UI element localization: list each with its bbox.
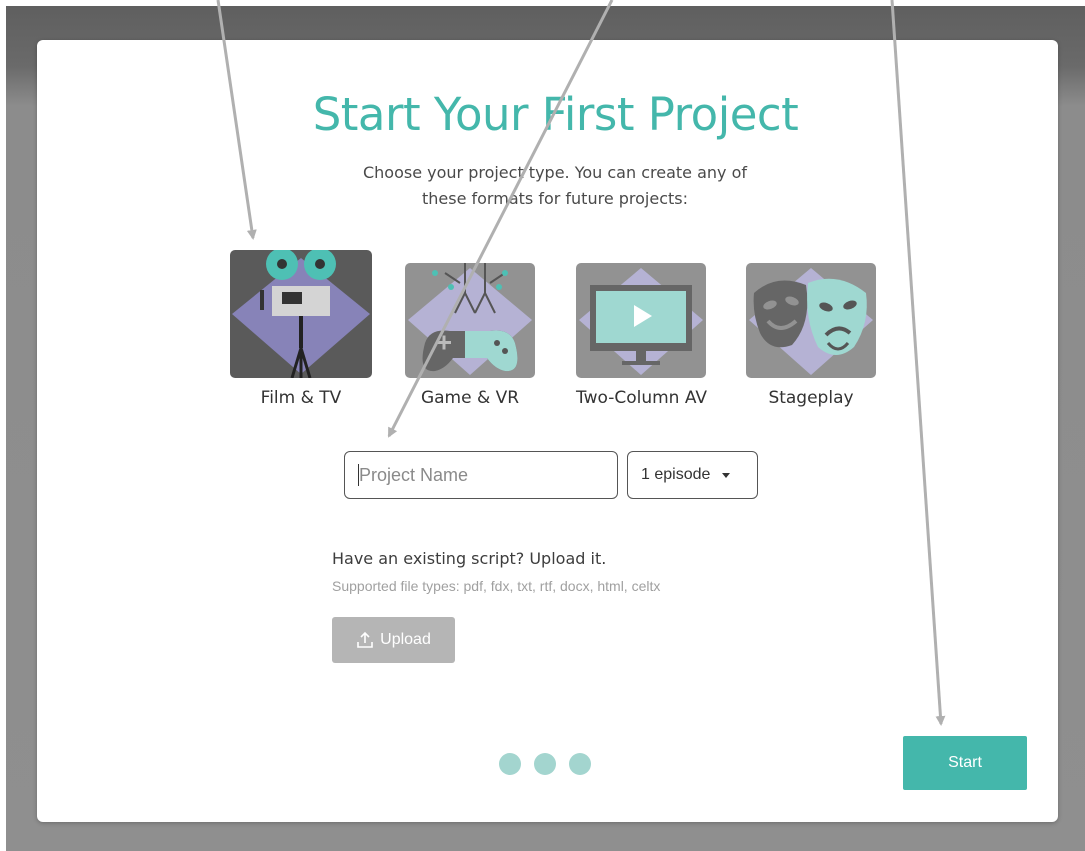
project-type-label: Film & TV xyxy=(260,388,342,408)
step-dot xyxy=(499,753,521,775)
text-caret xyxy=(358,464,359,486)
subtitle-line-1: Choose your project type. You can create… xyxy=(362,163,748,182)
caret-down-icon xyxy=(722,472,731,478)
new-project-modal xyxy=(37,40,1058,822)
modal-subtitle: Choose your project type. You can create… xyxy=(330,160,780,212)
episode-count-select[interactable]: 1 episode xyxy=(627,451,758,499)
project-type-label: Stageplay xyxy=(768,388,854,408)
upload-heading: Have an existing script? Upload it. xyxy=(332,549,607,568)
monitor-play-icon xyxy=(576,263,706,378)
project-type-film-tv[interactable]: Film & TV xyxy=(230,250,372,408)
upload-icon xyxy=(357,631,373,648)
theater-masks-icon xyxy=(746,263,876,378)
project-type-stageplay[interactable]: Stageplay xyxy=(746,263,876,408)
project-type-game-vr[interactable]: Game & VR xyxy=(405,263,535,408)
project-type-label: Two-Column AV xyxy=(576,388,708,408)
project-type-label: Game & VR xyxy=(420,388,520,408)
modal-title: Start Your First Project xyxy=(312,88,799,141)
film-camera-icon xyxy=(230,250,372,378)
subtitle-line-2: these formats for future projects: xyxy=(421,189,688,208)
game-controller-icon xyxy=(405,263,535,378)
start-button[interactable]: Start xyxy=(903,736,1027,790)
start-button-label: Start xyxy=(948,754,982,771)
step-dot xyxy=(534,753,556,775)
step-indicator xyxy=(499,753,591,775)
upload-button-label: Upload xyxy=(380,631,431,648)
project-name-input[interactable] xyxy=(344,451,618,499)
episode-count-value: 1 episode xyxy=(641,466,711,483)
project-type-two-column-av[interactable]: Two-Column AV xyxy=(576,263,708,408)
step-dot xyxy=(569,753,591,775)
upload-button[interactable]: Upload xyxy=(332,617,455,663)
supported-file-types: Supported file types: pdf, fdx, txt, rtf… xyxy=(332,578,661,594)
